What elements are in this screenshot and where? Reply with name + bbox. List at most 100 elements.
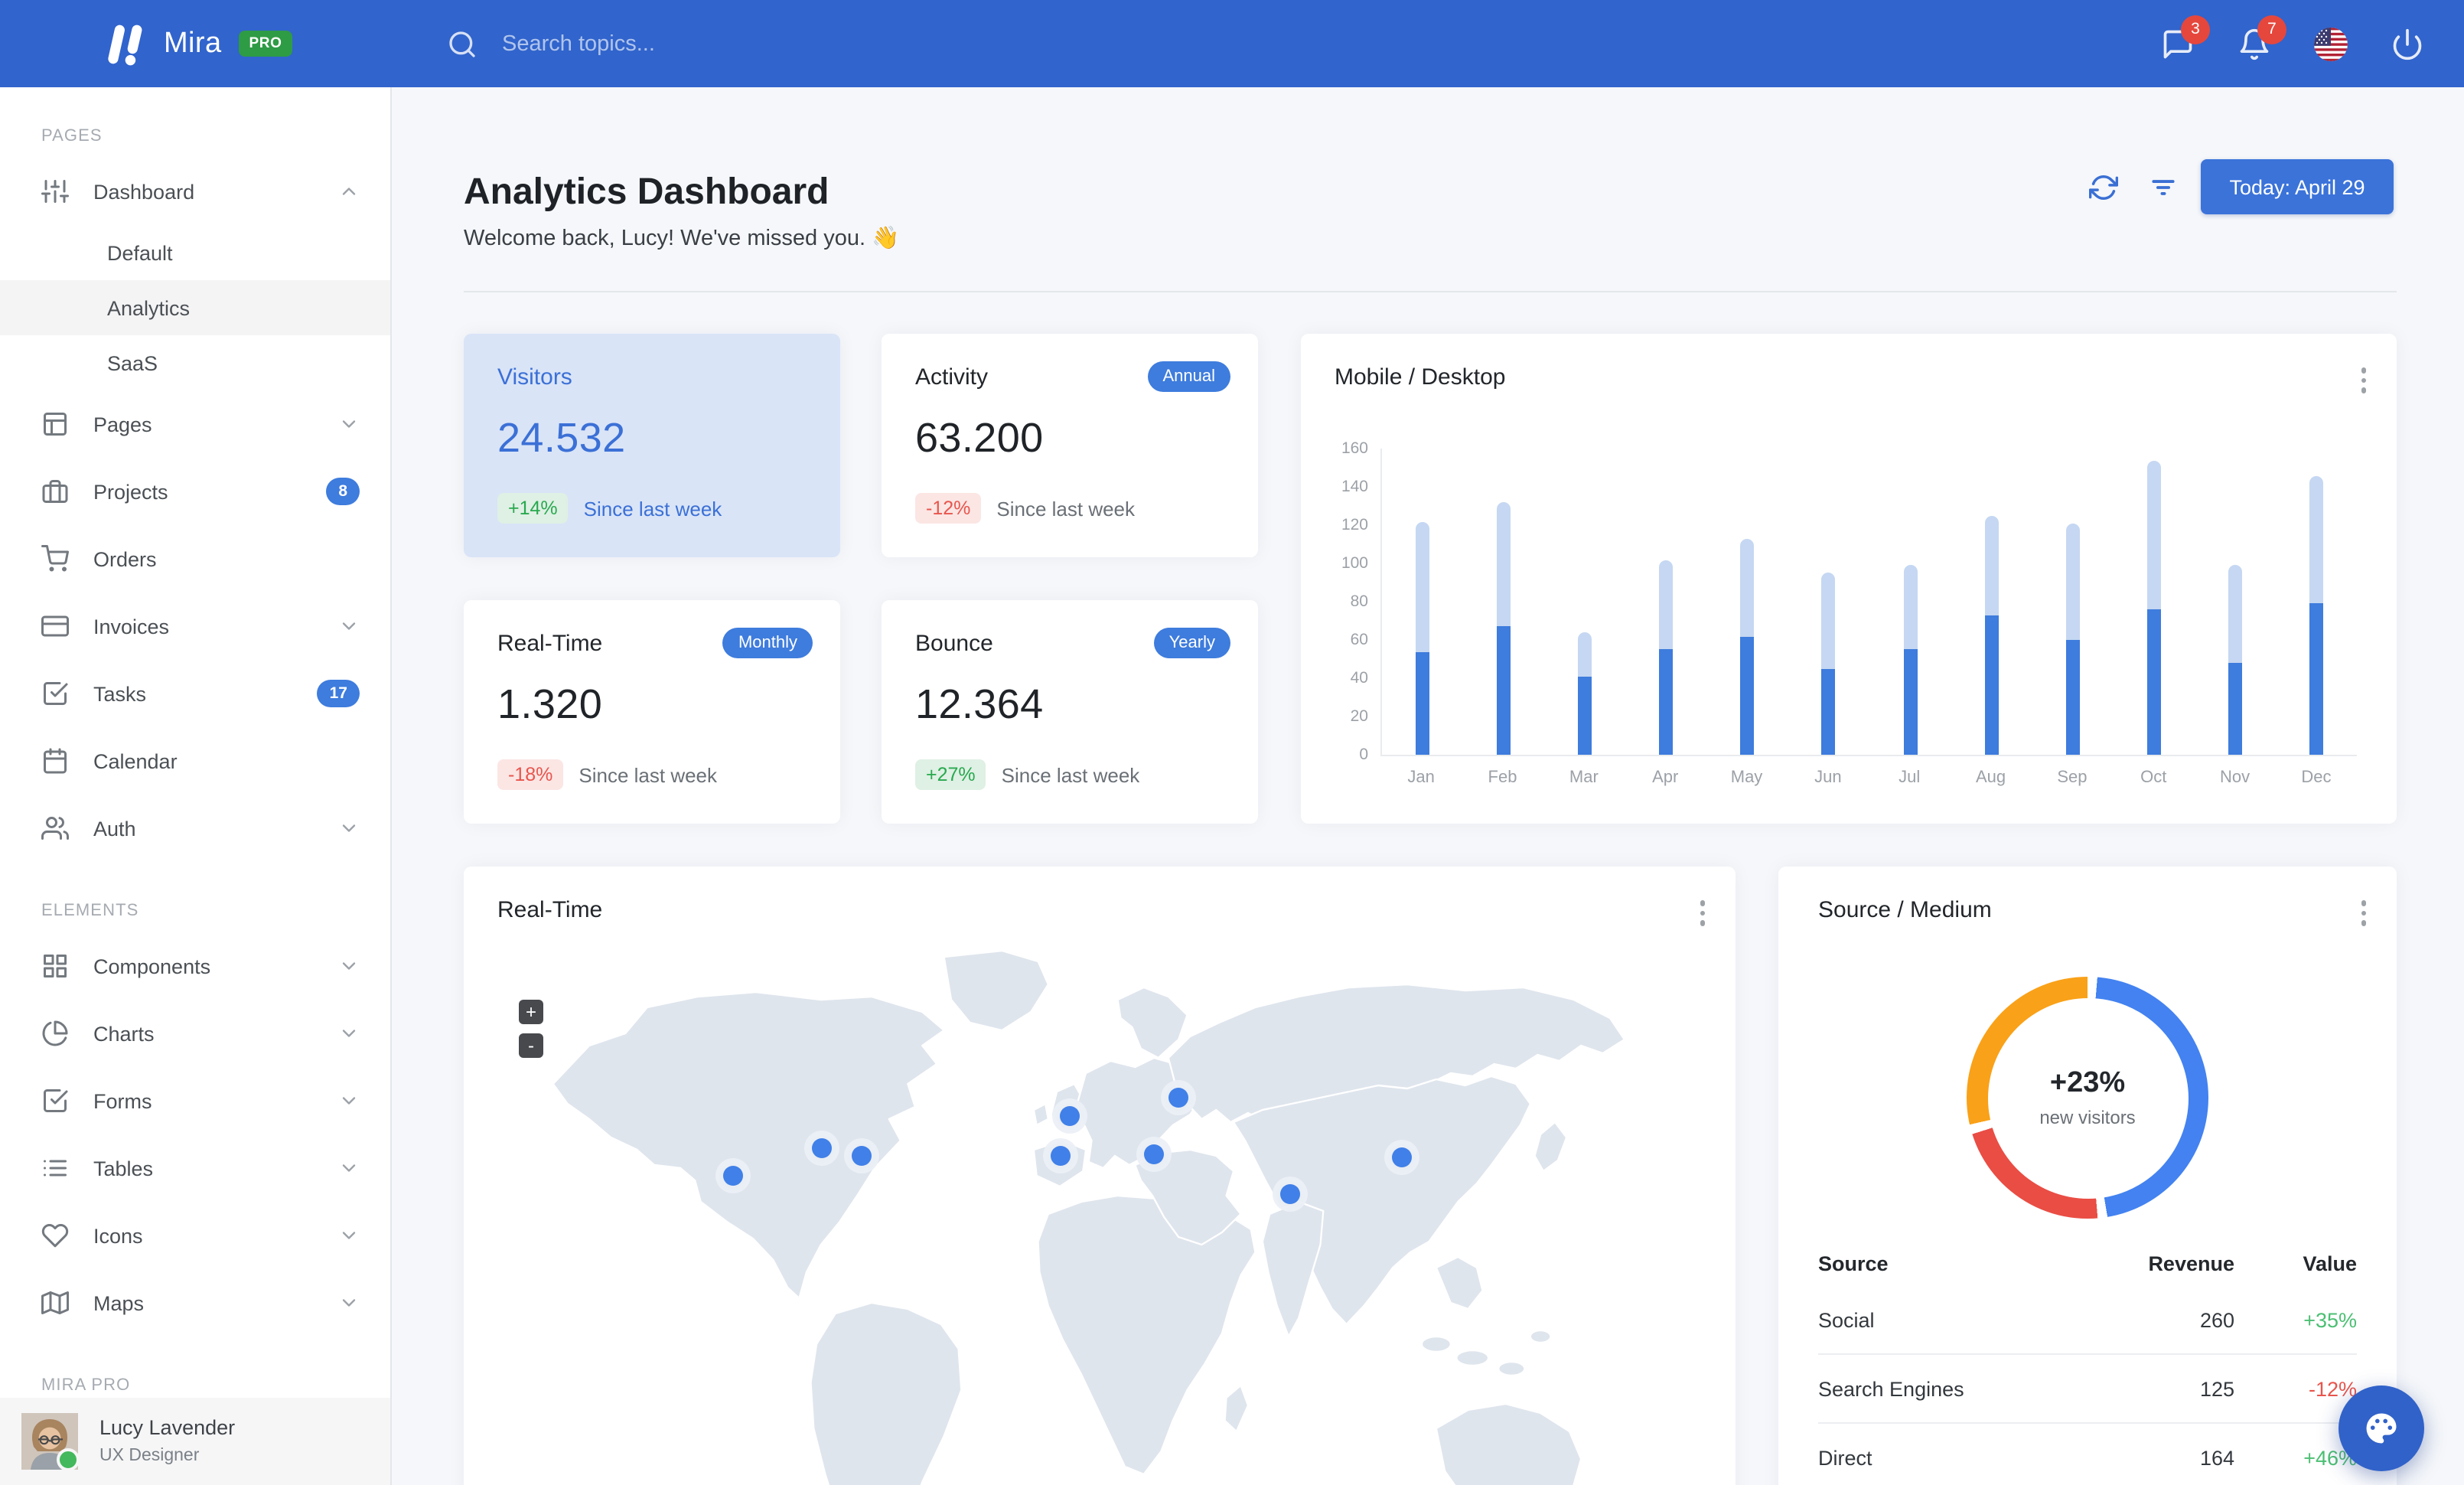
stat-delta-badge: -18% [497,759,564,790]
donut-center-label: new visitors [2039,1107,2136,1128]
map-zoom-in-button[interactable]: + [519,1000,543,1024]
map-marker[interactable] [851,1146,872,1167]
source-medium-title: Source / Medium [1818,897,1992,923]
bar-jan [1382,449,1463,755]
stat-note: Since last week [579,763,718,786]
us-flag-icon [2314,27,2348,60]
map-marker[interactable] [1391,1147,1412,1167]
stat-note: Since last week [1001,763,1140,786]
heart-icon [41,1222,69,1249]
map-icon [41,1289,69,1317]
map-marker[interactable] [1051,1146,1071,1167]
sidebar-item-tables[interactable]: Tables [0,1134,390,1202]
table-row-social: Social 260 +35% [1818,1308,2357,1331]
refresh-button[interactable] [2089,173,2118,202]
sidebar-item-maps[interactable]: Maps [0,1269,390,1336]
realtime-map-card: Real-Time + - [464,867,1736,1485]
donut-center-value: +23% [2049,1067,2126,1099]
x-axis-labels: Jan Feb Mar Apr May Jun Jul Aug Sep Oct Nov Dec [1407,769,2332,787]
sidebar-section-label-pages: PAGES [41,127,103,145]
logo[interactable]: Mira PRO [101,0,293,87]
theme-settings-fab[interactable] [2339,1385,2424,1471]
page-subtitle: Welcome back, Lucy! We've missed you. 👋 [464,227,900,251]
user-role: UX Designer [99,1446,200,1465]
stat-period-badge[interactable]: Monthly [722,628,813,658]
stat-delta-badge: -12% [915,493,982,524]
map-marker[interactable] [1143,1144,1164,1164]
source-table: Source Revenue Value Social 260 +35% Search En… [1818,1240,2357,1485]
sidebar-count-badge: 17 [317,680,360,707]
stat-value: 12.364 [915,681,1044,727]
date-range-button[interactable]: Today: April 29 [2201,159,2394,214]
sidebar-item-orders[interactable]: Orders [0,525,390,592]
map-marker[interactable] [1060,1106,1080,1127]
navbar-actions: 3 7 [2161,0,2424,87]
map-marker[interactable] [723,1165,744,1186]
power-icon [2391,27,2424,60]
map-marker[interactable] [1279,1184,1300,1205]
bar-jun [1788,449,1869,755]
filter-button[interactable] [2149,173,2178,202]
sidebar-subitem-analytics[interactable]: Analytics [0,280,390,335]
bar-apr [1625,449,1706,755]
bar-chart-plot [1380,449,2357,756]
chevron-down-icon [338,1292,360,1314]
world-map[interactable]: + - [510,938,1690,1485]
stat-value: 1.320 [497,681,603,727]
bar-jul [1869,449,1951,755]
search-bar [447,0,903,87]
sidebar-item-invoices[interactable]: Invoices [0,592,390,660]
logo-text: Mira [164,27,222,59]
pro-badge: PRO [238,31,293,57]
sidebar-subitem-default[interactable]: Default [0,225,390,280]
online-status-dot [57,1448,80,1471]
messages-button[interactable]: 3 [2161,15,2210,60]
check-square-icon [41,1087,69,1115]
bar-oct [2113,449,2194,755]
sidebar-item-calendar[interactable]: Calendar [0,727,390,795]
language-flag-button[interactable] [2314,27,2348,60]
search-icon [447,28,477,59]
stat-period-badge[interactable]: Annual [1147,361,1230,392]
chevron-down-icon [338,413,360,435]
table-row-search-engines: Search Engines 125 -12% [1818,1353,2357,1422]
credit-card-icon [41,612,69,640]
sidebar-item-dashboard[interactable]: Dashboard [0,158,390,225]
sidebar-item-charts[interactable]: Charts [0,1000,390,1067]
map-marker[interactable] [812,1137,833,1158]
users-icon [41,814,69,842]
mira-logo-icon [101,21,147,67]
chevron-down-icon [338,1157,360,1179]
source-donut-chart: +23% new visitors [1967,977,2208,1219]
logout-button[interactable] [2391,27,2424,60]
sidebar-subitem-saas[interactable]: SaaS [0,335,390,390]
map-marker[interactable] [1168,1087,1189,1108]
stat-period-badge[interactable]: Yearly [1153,628,1230,658]
chart-title: Mobile / Desktop [1335,364,1506,390]
list-icon [41,1154,69,1182]
sidebar-user[interactable]: Lucy Lavender UX Designer [0,1398,390,1485]
bar-sep [2032,449,2113,755]
search-input[interactable] [499,30,903,57]
sidebar-item-forms[interactable]: Forms [0,1067,390,1134]
more-options-icon[interactable] [2358,364,2369,396]
sidebar-item-components[interactable]: Components [0,932,390,1000]
bar-may [1707,449,1788,755]
layout-icon [41,410,69,438]
sidebar-item-pages[interactable]: Pages [0,390,390,458]
more-options-icon[interactable] [1696,897,1708,929]
more-options-icon[interactable] [2358,897,2369,929]
sidebar-item-tasks[interactable]: Tasks 17 [0,660,390,727]
sidebar: PAGES Dashboard Default Analytics SaaS Pages P… [0,87,392,1485]
sidebar-item-icons[interactable]: Icons [0,1202,390,1269]
stat-delta-badge: +14% [497,493,569,524]
notifications-button[interactable]: 7 [2237,15,2286,60]
avatar [21,1413,80,1471]
bar-dec [2276,449,2357,755]
sidebar-item-auth[interactable]: Auth [0,795,390,862]
chevron-up-icon [338,181,360,202]
sidebar-item-projects[interactable]: Projects 8 [0,458,390,525]
map-zoom-out-button[interactable]: - [519,1033,543,1058]
table-header: Source Revenue Value [1818,1252,2357,1274]
bounce-card: Bounce Yearly 12.364 +27% Since last wee… [882,600,1258,824]
